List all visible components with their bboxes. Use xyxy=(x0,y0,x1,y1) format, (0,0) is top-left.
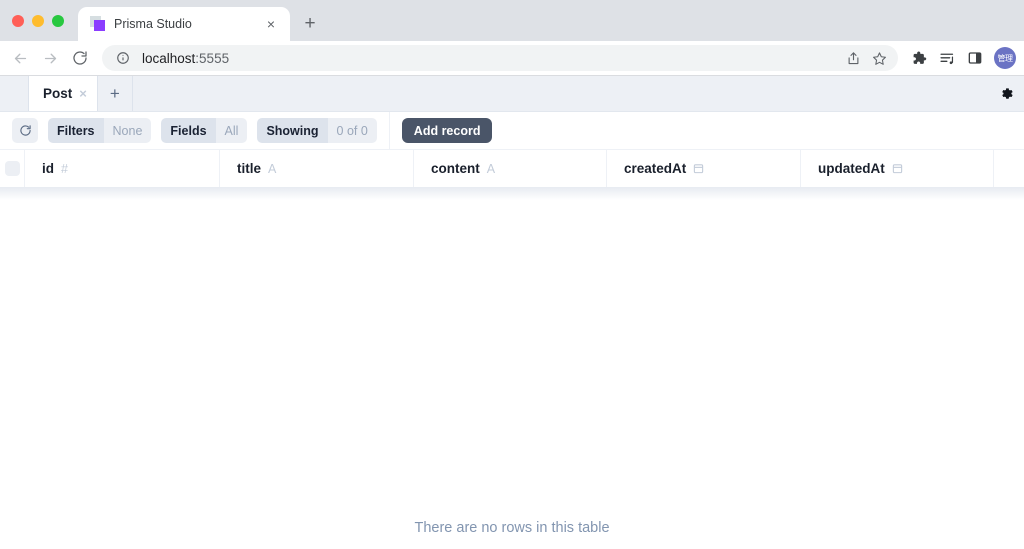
url-port: :5555 xyxy=(195,50,230,66)
fields-control[interactable]: Fields All xyxy=(161,118,248,143)
select-all-cell[interactable] xyxy=(0,150,25,187)
column-header-title[interactable]: title A xyxy=(220,150,414,187)
empty-state-message: There are no rows in this table xyxy=(414,520,610,536)
side-panel-icon[interactable] xyxy=(962,45,988,71)
refresh-icon[interactable] xyxy=(12,118,38,143)
browser-tabstrip: Prisma Studio × + xyxy=(78,0,324,41)
reload-icon[interactable] xyxy=(66,44,94,72)
showing-value: 0 of 0 xyxy=(327,118,377,143)
close-window-button[interactable] xyxy=(12,14,24,27)
extensions-icon[interactable] xyxy=(906,45,932,71)
string-icon: A xyxy=(486,161,496,176)
info-icon[interactable] xyxy=(112,47,134,69)
address-bar-actions xyxy=(842,47,890,69)
column-header-updatedAt[interactable]: updatedAt xyxy=(801,150,994,187)
showing-label: Showing xyxy=(257,118,328,143)
calendar-icon xyxy=(892,163,903,174)
studio-tab-post[interactable]: Post × xyxy=(28,76,98,111)
close-icon[interactable]: × xyxy=(79,87,87,100)
window-traffic-lights xyxy=(12,0,78,41)
new-tab-button[interactable]: + xyxy=(296,9,324,37)
back-icon[interactable] xyxy=(6,44,34,72)
minimize-window-button[interactable] xyxy=(32,14,44,27)
table-header-row: id # title A content A createdAt updated… xyxy=(0,150,1024,188)
column-header-spacer xyxy=(994,150,1024,187)
select-all-checkbox[interactable] xyxy=(4,161,20,176)
filters-label: Filters xyxy=(48,118,104,143)
share-icon[interactable] xyxy=(842,47,864,69)
avatar[interactable]: 管理 xyxy=(994,47,1016,69)
browser-titlebar: Prisma Studio × + xyxy=(0,0,1024,41)
column-name: id xyxy=(42,161,54,176)
browser-toolbar: localhost:5555 管理 xyxy=(0,41,1024,76)
gear-icon[interactable] xyxy=(988,76,1024,111)
filters-value: None xyxy=(103,118,152,143)
fields-value: All xyxy=(215,118,248,143)
star-icon[interactable] xyxy=(868,47,890,69)
calendar-icon xyxy=(693,163,704,174)
studio-tabbar: Post × + xyxy=(0,76,1024,112)
column-name: createdAt xyxy=(624,161,687,176)
reading-list-icon[interactable] xyxy=(934,45,960,71)
column-name: content xyxy=(431,161,480,176)
url-host: localhost xyxy=(142,50,196,66)
add-record-button[interactable]: Add record xyxy=(401,118,493,143)
maximize-window-button[interactable] xyxy=(52,14,64,27)
filters-control[interactable]: Filters None xyxy=(48,118,152,143)
table-body: There are no rows in this table xyxy=(0,188,1024,549)
column-name: updatedAt xyxy=(818,161,885,176)
showing-control[interactable]: Showing 0 of 0 xyxy=(257,118,377,143)
toolbar-divider xyxy=(388,111,390,150)
browser-tab-prisma-studio[interactable]: Prisma Studio × xyxy=(78,7,290,41)
prisma-favicon xyxy=(90,16,106,32)
column-name: title xyxy=(237,161,262,176)
prisma-studio-app: Post × + Filters None Fields All Showing xyxy=(0,76,1024,549)
fields-label: Fields xyxy=(161,118,216,143)
address-bar-url: localhost:5555 xyxy=(142,51,229,66)
column-header-createdAt[interactable]: createdAt xyxy=(607,150,801,187)
number-icon: # xyxy=(61,161,68,176)
studio-tab-label: Post xyxy=(43,86,73,101)
browser-window: Prisma Studio × + localhost:5555 管理 Post… xyxy=(0,0,1024,549)
add-studio-tab-button[interactable]: + xyxy=(98,76,133,111)
close-icon[interactable]: × xyxy=(262,15,280,33)
browser-tab-title: Prisma Studio xyxy=(114,17,192,31)
string-icon: A xyxy=(268,161,277,176)
header-shadow xyxy=(0,188,1024,200)
column-header-id[interactable]: id # xyxy=(25,150,220,187)
column-header-content[interactable]: content A xyxy=(414,150,607,187)
forward-icon[interactable] xyxy=(36,44,64,72)
address-bar[interactable]: localhost:5555 xyxy=(102,45,898,71)
studio-toolbar: Filters None Fields All Showing 0 of 0 A… xyxy=(0,111,1024,150)
